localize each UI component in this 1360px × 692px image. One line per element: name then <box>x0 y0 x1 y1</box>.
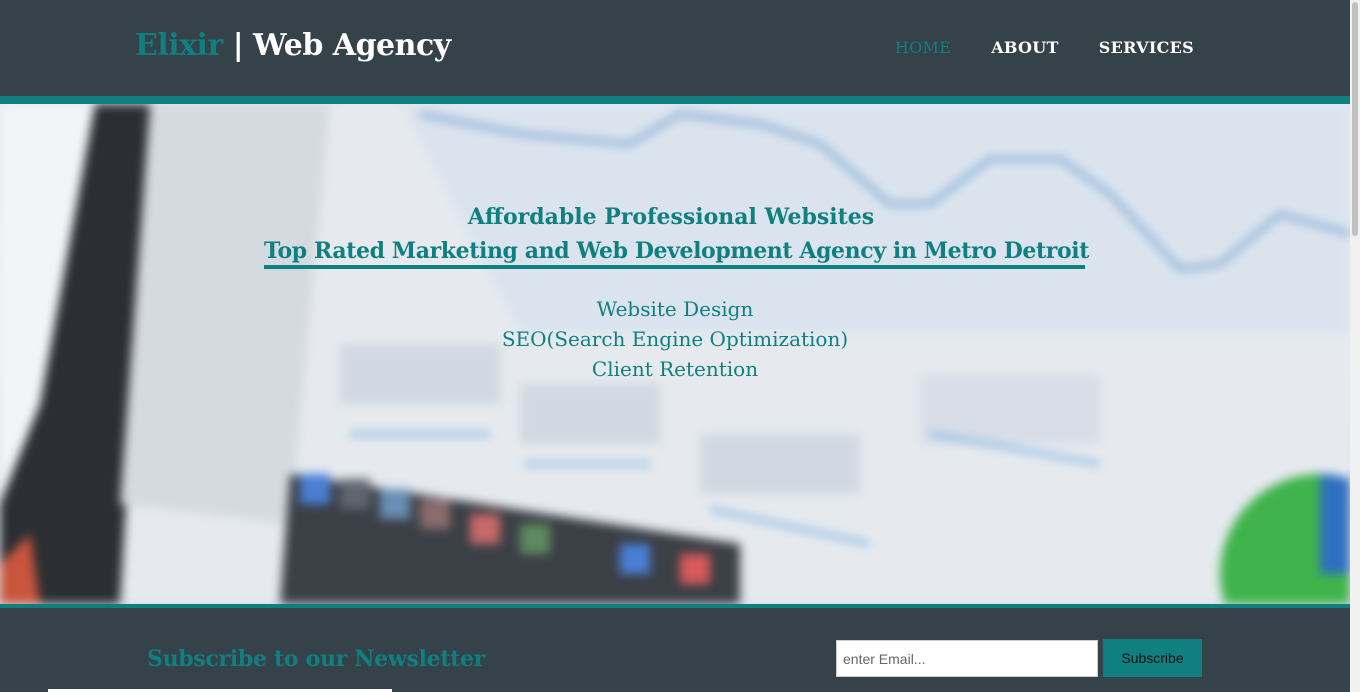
service-item: Client Retention <box>591 357 759 381</box>
nav-home[interactable]: HOME <box>895 38 951 57</box>
email-input[interactable] <box>836 640 1098 677</box>
brand-logo[interactable]: Elixir | Web Agency <box>135 28 451 63</box>
scrollbar-thumb[interactable] <box>1352 2 1358 236</box>
hero-subtitle: Top Rated Marketing and Web Development … <box>264 238 1089 264</box>
brand-name: | Web Agency <box>222 28 451 63</box>
main-nav: HOME ABOUT SERVICES <box>895 38 1194 57</box>
newsletter-title: Subscribe to our Newsletter <box>147 646 486 672</box>
nav-about[interactable]: ABOUT <box>991 38 1059 57</box>
hero-title: Affordable Professional Websites <box>467 204 875 230</box>
newsletter-section: Subscribe to our Newsletter Subscribe <box>0 608 1350 692</box>
hero-content: Affordable Professional Websites Top Rat… <box>0 104 1350 604</box>
site-header: Elixir | Web Agency HOME ABOUT SERVICES <box>0 0 1350 96</box>
service-item: Website Design <box>596 297 754 321</box>
service-item: SEO(Search Engine Optimization) <box>501 327 849 351</box>
hero-section: Affordable Professional Websites Top Rat… <box>0 104 1350 604</box>
subscribe-button[interactable]: Subscribe <box>1103 639 1202 677</box>
vertical-scrollbar[interactable] <box>1350 0 1360 692</box>
page: Elixir | Web Agency HOME ABOUT SERVICES <box>0 0 1360 692</box>
brand-highlight: Elixir <box>135 28 223 63</box>
header-accent-bar <box>0 96 1350 104</box>
services-list: Website Design SEO(Search Engine Optimiz… <box>0 294 1350 384</box>
nav-services[interactable]: SERVICES <box>1099 38 1194 57</box>
hero-subtitle-underline: Top Rated Marketing and Web Development … <box>264 238 1089 269</box>
